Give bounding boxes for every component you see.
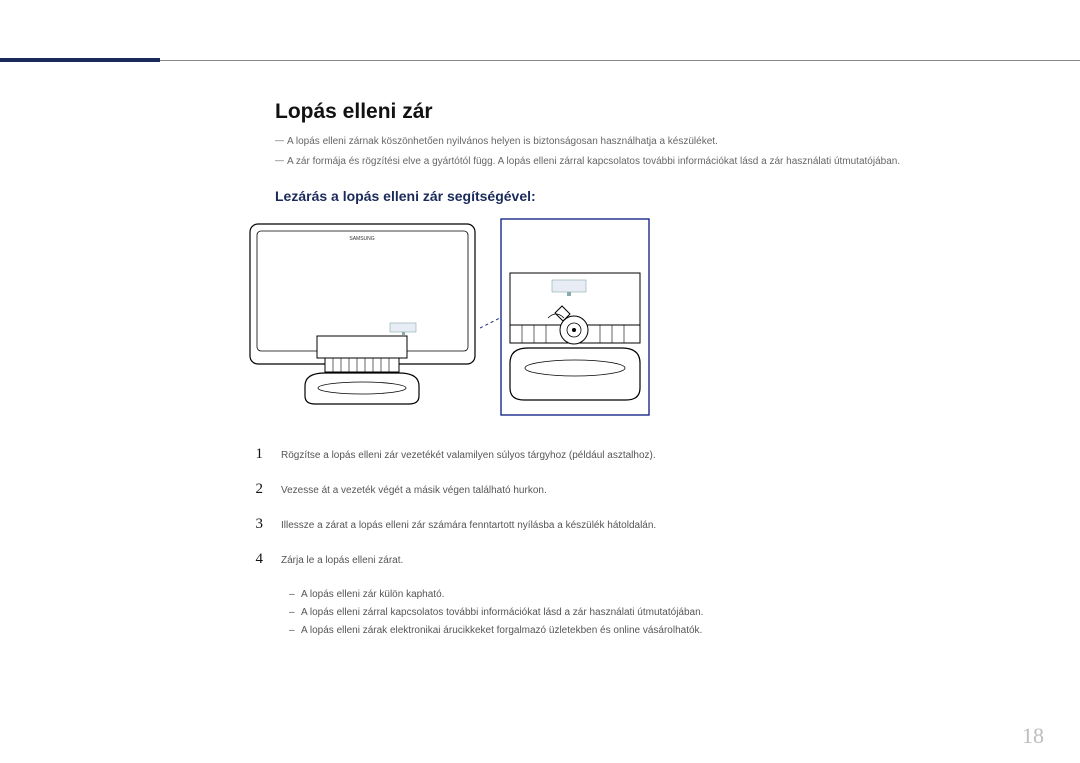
step-item: 2 Vezesse át a vezeték végét a másik vég… xyxy=(245,481,1035,498)
step-text: Illessze a zárat a lopás elleni zár szám… xyxy=(281,516,656,531)
page-number: 18 xyxy=(1022,723,1044,749)
step-text: Zárja le a lopás elleni zárat. xyxy=(281,551,403,566)
step-number: 1 xyxy=(245,446,263,463)
diagram: SAMSUNG xyxy=(245,218,1035,418)
sub-note: A lopás elleni zárak elektronikai árucik… xyxy=(245,622,1035,640)
sub-note: A lopás elleni zár külön kapható. xyxy=(245,586,1035,604)
section-heading: Lopás elleni zár xyxy=(275,100,1035,124)
brand-label: SAMSUNG xyxy=(349,236,374,242)
step-text: Rögzítse a lopás elleni zár vezetékét va… xyxy=(281,446,656,461)
callout-connector xyxy=(480,218,500,418)
step-text: Vezesse át a vezeték végét a másik végen… xyxy=(281,481,547,496)
intro-note: A lopás elleni zárnak köszönhetően nyilv… xyxy=(275,134,1035,150)
steps-list: 1 Rögzítse a lopás elleni zár vezetékét … xyxy=(245,446,1035,640)
subsection-heading: Lezárás a lopás elleni zár segítségével: xyxy=(275,188,1035,204)
step-item: 1 Rögzítse a lopás elleni zár vezetékét … xyxy=(245,446,1035,463)
step-number: 2 xyxy=(245,481,263,498)
step-number: 3 xyxy=(245,516,263,533)
lock-detail-illustration xyxy=(500,218,650,418)
page-content: Lopás elleni zár A lopás elleni zárnak k… xyxy=(275,100,1035,640)
monitor-illustration: SAMSUNG xyxy=(245,218,480,418)
step-number: 4 xyxy=(245,551,263,568)
intro-note: A zár formája és rögzítési elve a gyártó… xyxy=(275,154,1035,170)
sub-note: A lopás elleni zárral kapcsolatos tovább… xyxy=(245,604,1035,622)
step-item: 4 Zárja le a lopás elleni zárat. xyxy=(245,551,1035,568)
header-rule xyxy=(0,60,1080,61)
step-item: 3 Illessze a zárat a lopás elleni zár sz… xyxy=(245,516,1035,533)
header-accent-bar xyxy=(0,58,160,62)
